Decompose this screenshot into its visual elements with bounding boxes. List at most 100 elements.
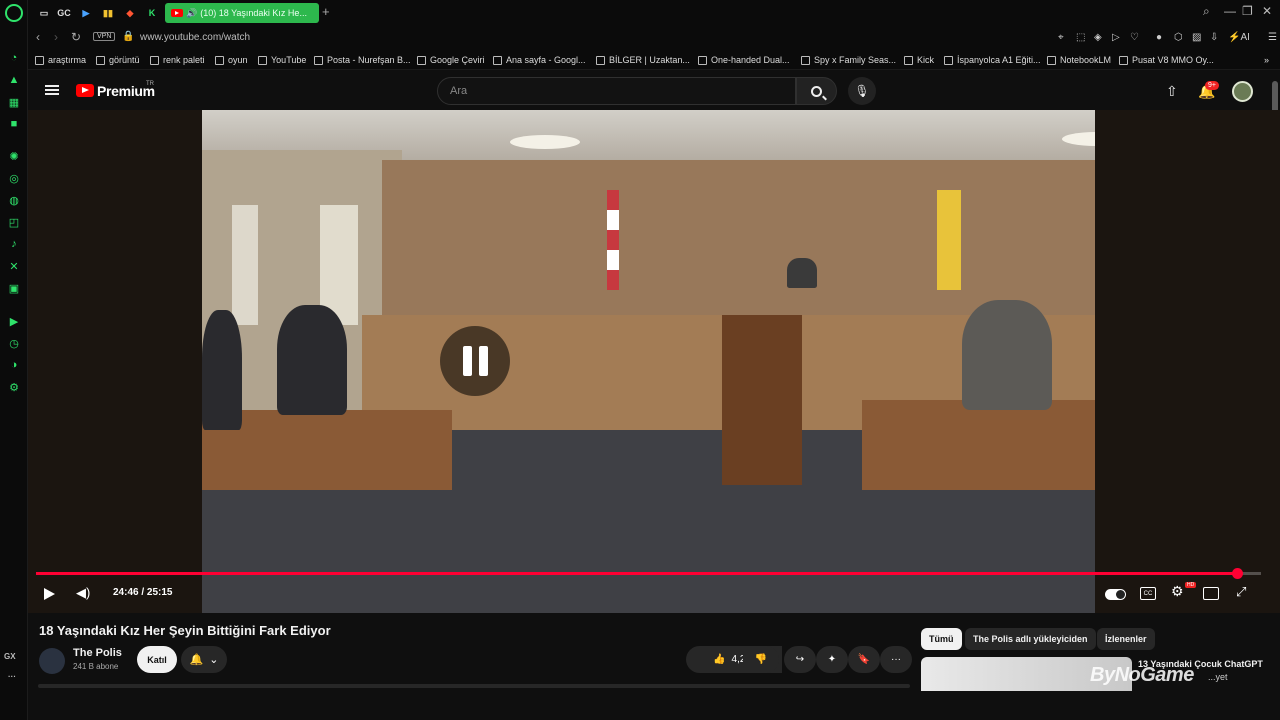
tab-mini-5[interactable]: K — [144, 5, 160, 21]
bookmark-item[interactable]: Posta - Nurefşan B... — [314, 55, 411, 65]
downloads-icon[interactable]: ◑ — [6, 357, 22, 373]
lock-icon[interactable]: 🔒 — [122, 31, 134, 42]
bookmark-label: BİLGER | Uzaktan... — [609, 55, 690, 65]
more-actions-button[interactable]: ··· — [880, 646, 912, 673]
extensions-icon[interactable]: ⬡ — [1174, 32, 1183, 43]
volume-icon[interactable]: ◀) — [76, 585, 90, 601]
new-tab-button[interactable]: + — [322, 4, 330, 19]
join-button[interactable]: Katıl — [137, 646, 177, 673]
url-field[interactable]: www.youtube.com/watch — [140, 32, 250, 43]
more-icon[interactable]: ··· — [8, 672, 16, 681]
gx-corner-icon[interactable]: ▦ — [6, 94, 22, 110]
settings-gear-icon[interactable]: ⚙ — [6, 379, 22, 395]
bookmark-item[interactable]: Spy x Family Seas... — [801, 55, 896, 65]
menu-icon[interactable]: ☰ — [1268, 32, 1277, 43]
x-twitter-icon[interactable]: ✕ — [6, 258, 22, 274]
theater-mode-icon[interactable] — [1203, 587, 1219, 600]
player-icon[interactable]: ▶ — [6, 313, 22, 329]
pin-icon[interactable]: ⌖ — [1058, 32, 1064, 43]
upload-icon[interactable]: ⇧ — [1166, 83, 1178, 100]
tab-mini-3[interactable]: ▮▮ — [100, 5, 116, 21]
youtube-logo-icon[interactable] — [76, 84, 94, 97]
opera-gx-logo-icon[interactable] — [5, 4, 23, 22]
shield-icon[interactable]: ◈ — [1094, 32, 1102, 43]
snapshot-icon[interactable]: ⬚ — [1076, 32, 1085, 43]
bookmark-item[interactable]: renk paleti — [150, 55, 205, 65]
search-button[interactable] — [796, 77, 837, 105]
whatsapp-icon[interactable]: ◎ — [6, 170, 22, 186]
bookmark-item[interactable]: İspanyolca A1 Eğiti... — [944, 55, 1041, 65]
bookmark-item[interactable]: oyun — [215, 55, 248, 65]
bookmark-item[interactable]: NotebookLM — [1047, 55, 1111, 65]
progress-scrubber[interactable] — [1231, 568, 1243, 579]
gx-control-icon[interactable]: ▲ — [6, 72, 22, 88]
tab-mini-4[interactable]: ◆ — [122, 5, 138, 21]
download-icon[interactable]: ⇩ — [1210, 32, 1218, 43]
chip-watched[interactable]: İzlenenler — [1097, 628, 1155, 650]
pause-overlay-icon[interactable] — [440, 326, 510, 396]
reload-icon[interactable]: ↻ — [71, 30, 81, 44]
voice-search-icon[interactable]: 🎙 — [848, 77, 876, 105]
ai-icon[interactable]: ⚡AI — [1228, 32, 1250, 43]
close-icon[interactable]: ✕ — [1262, 4, 1272, 18]
progress-bar[interactable] — [36, 568, 1261, 579]
profile-ext-icon[interactable]: ● — [1156, 32, 1162, 43]
subtitles-icon[interactable]: CC — [1140, 587, 1156, 600]
bookmarks-overflow-icon[interactable]: » — [1264, 55, 1269, 65]
tiktok-icon[interactable]: ♪ — [6, 236, 22, 252]
chatgpt-icon[interactable]: ✺ — [6, 148, 22, 164]
discord-icon[interactable]: ◍ — [6, 192, 22, 208]
ask-ai-button[interactable]: ✦ — [816, 646, 848, 673]
bookmark-item[interactable]: Ana sayfa - Googl... — [493, 55, 586, 65]
bookmark-item[interactable]: One-handed Dual... — [698, 55, 790, 65]
back-icon[interactable]: ‹ — [36, 30, 40, 44]
chip-all[interactable]: Tümü — [921, 628, 962, 650]
channel-name[interactable]: The Polis — [73, 647, 122, 659]
bookmark-item[interactable]: Pusat V8 MMO Oy... — [1119, 55, 1214, 65]
channel-avatar[interactable] — [39, 648, 65, 674]
active-tab[interactable]: 🔊 (10) 18 Yaşındaki Kız He... — [165, 3, 319, 23]
vpn-badge[interactable]: VPN — [93, 32, 116, 41]
bookmark-item[interactable]: Google Çeviri — [417, 55, 485, 65]
heart-icon[interactable]: ♡ — [1130, 32, 1139, 43]
share-button[interactable]: ↪ — [784, 646, 816, 673]
speed-dial-icon[interactable]: ◔ — [6, 50, 22, 66]
dislike-button[interactable]: 👎 — [743, 646, 779, 673]
video-frame — [202, 110, 1095, 613]
palette-ext-icon[interactable]: ▨ — [1192, 32, 1201, 43]
tab-mini-2[interactable]: ▶ — [78, 5, 94, 21]
tab-workspaces-icon[interactable]: ▭ — [36, 5, 52, 21]
account-avatar[interactable] — [1232, 81, 1253, 102]
chip-from-uploader[interactable]: The Polis adlı yükleyiciden — [965, 628, 1096, 650]
fullscreen-icon[interactable]: ⤢ — [1236, 584, 1246, 600]
speaker-icon[interactable]: 🔊 — [186, 8, 197, 19]
bookmark-item[interactable]: BİLGER | Uzaktan... — [596, 55, 690, 65]
play-ext-icon[interactable]: ▷ — [1112, 32, 1120, 43]
search-icon — [811, 85, 822, 97]
app-icon[interactable]: ▣ — [6, 280, 22, 296]
messenger-icon[interactable]: ■ — [6, 116, 22, 132]
bookmark-item[interactable]: araştırma — [35, 55, 86, 65]
bookmark-item[interactable]: YouTube — [258, 55, 306, 65]
history-icon[interactable]: ◷ — [6, 335, 22, 351]
restore-icon[interactable]: ❐ — [1242, 4, 1253, 18]
bookmark-folder-icon — [596, 55, 605, 65]
search-tabs-icon[interactable]: ⌕ — [1203, 4, 1210, 19]
description-box[interactable] — [38, 684, 910, 688]
save-button[interactable]: 🔖 — [848, 646, 880, 673]
play-icon[interactable] — [44, 588, 55, 600]
tab-mini-1[interactable]: GC — [56, 5, 72, 21]
bookmark-icon: 🔖 — [857, 654, 871, 665]
subscription-bell-button[interactable]: 🔔 ⌄ — [181, 646, 227, 673]
forward-icon[interactable]: › — [54, 30, 58, 44]
settings-icon[interactable]: ⚙ — [1171, 583, 1184, 600]
autoplay-toggle[interactable] — [1105, 589, 1126, 600]
guide-menu-icon[interactable] — [45, 85, 59, 95]
minimize-icon[interactable]: — — [1224, 4, 1236, 18]
hd-badge: HD — [1185, 582, 1197, 588]
bookmark-item[interactable]: görüntü — [96, 55, 140, 65]
instagram-icon[interactable]: ◰ — [6, 214, 22, 230]
search-input[interactable]: Ara — [437, 77, 796, 105]
video-player[interactable]: ◀) 24:46 / 25:15 CC ⚙ HD ⤢ — [28, 110, 1280, 613]
bookmark-item[interactable]: Kick — [904, 55, 934, 65]
